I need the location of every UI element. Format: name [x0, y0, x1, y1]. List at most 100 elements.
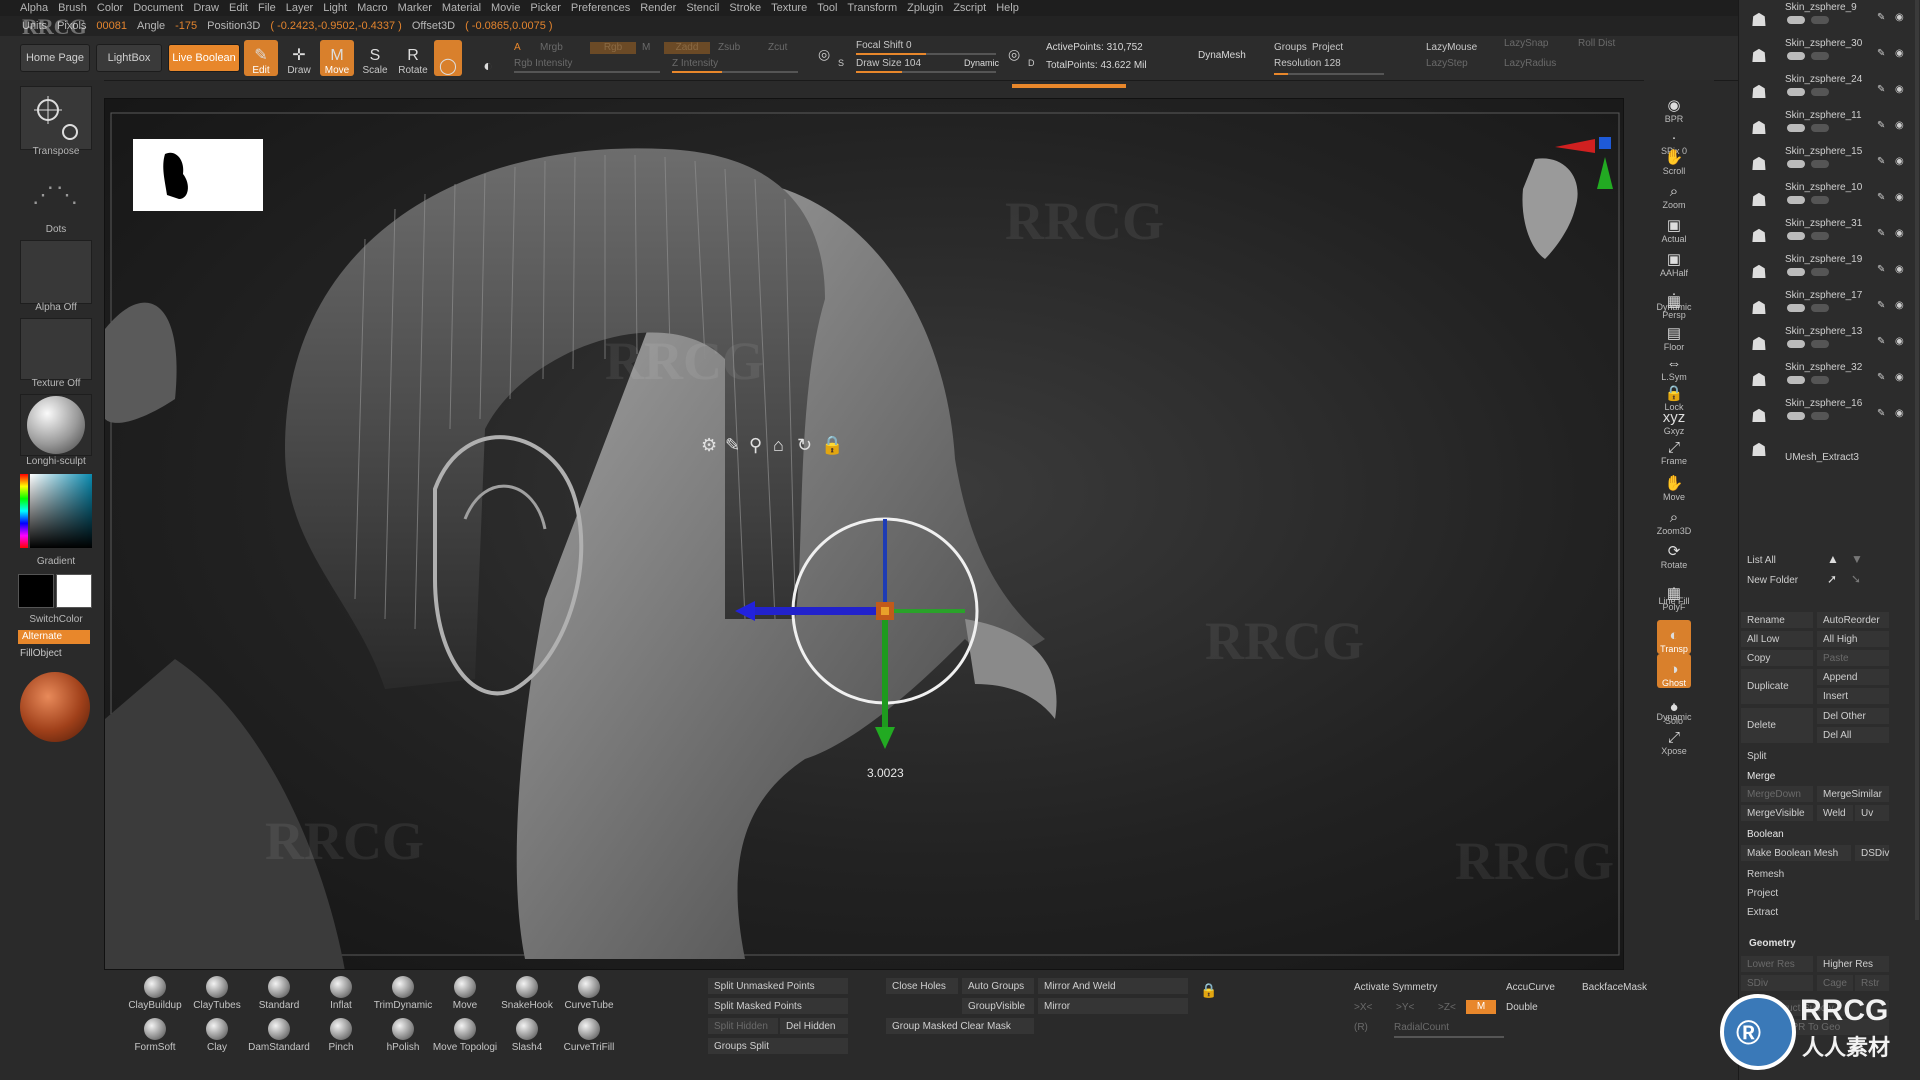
- subtool-item[interactable]: ☗ Skin_zsphere_31 ✎ ◉: [1741, 218, 1917, 254]
- dynamesh-button[interactable]: DynaMesh: [1198, 50, 1246, 61]
- eye-icon[interactable]: ◉: [1895, 336, 1904, 347]
- geometry-header[interactable]: Geometry: [1749, 938, 1796, 949]
- brush-clay[interactable]: Clay: [182, 1018, 252, 1058]
- brush-icon[interactable]: ✎: [1877, 192, 1885, 203]
- m-symmetry-button[interactable]: M: [1466, 1000, 1496, 1014]
- eye-icon[interactable]: ◉: [1895, 48, 1904, 59]
- subtool-poly-toggle[interactable]: [1811, 160, 1829, 168]
- lazyradius-slider[interactable]: LazyRadius: [1504, 58, 1556, 69]
- right-shelf-solo-button[interactable]: ● Solo: [1657, 692, 1691, 727]
- close-holes-button[interactable]: Close Holes: [886, 978, 958, 994]
- right-shelf-gxyz-button[interactable]: xyz Gxyz: [1657, 402, 1691, 437]
- subtool-item[interactable]: ☗ Skin_zsphere_10 ✎ ◉: [1741, 182, 1917, 218]
- sculpt-view[interactable]: ⚙ ✎ ⚲ ⌂ ↻ 🔒 3.0023 RRCG RRCG RRCG RRCG R…: [105, 99, 1624, 970]
- menu-movie[interactable]: Movie: [491, 2, 530, 14]
- right-shelf-floor-button[interactable]: ▤ Floor: [1657, 318, 1691, 353]
- zadd-button[interactable]: Zadd: [664, 42, 710, 54]
- material-toggle-button[interactable]: ◐: [474, 40, 502, 76]
- brush-claybuildup[interactable]: ClayBuildup: [120, 976, 190, 1016]
- list-all-button[interactable]: List All: [1741, 552, 1811, 568]
- brush-icon[interactable]: ✎: [1877, 408, 1885, 419]
- brush-icon[interactable]: ✎: [1877, 12, 1885, 23]
- right-shelf-persp-button[interactable]: ▦ Persp: [1657, 286, 1691, 321]
- subtool-visibility-toggle[interactable]: [1787, 376, 1805, 384]
- rgb-button[interactable]: Rgb: [590, 42, 636, 54]
- backfacemask-button[interactable]: BackfaceMask: [1582, 982, 1647, 993]
- subtool-poly-toggle[interactable]: [1811, 232, 1829, 240]
- brush-icon[interactable]: ✎: [1877, 372, 1885, 383]
- orientation-head-icon[interactable]: [1522, 158, 1578, 259]
- brush-icon[interactable]: ✎: [1877, 336, 1885, 347]
- brush-damstandard[interactable]: DamStandard: [244, 1018, 314, 1058]
- subtool-item[interactable]: ☗ Skin_zsphere_19 ✎ ◉: [1741, 254, 1917, 290]
- secondary-color-swatch[interactable]: [18, 574, 54, 608]
- menu-zplugin[interactable]: Zplugin: [907, 2, 953, 14]
- navigation-thumbnail[interactable]: [133, 139, 263, 211]
- subtool-item[interactable]: ☗ Skin_zsphere_9 ✎ ◉: [1741, 2, 1917, 38]
- copy-button[interactable]: Copy: [1741, 650, 1813, 666]
- mirror-button[interactable]: Mirror: [1038, 998, 1188, 1014]
- arrow-down-right-icon[interactable]: ➘: [1851, 572, 1861, 586]
- del-all-button[interactable]: Del All: [1817, 727, 1889, 743]
- make-boolean-mesh-button[interactable]: Make Boolean Mesh: [1741, 845, 1851, 861]
- insert-button[interactable]: Insert: [1817, 688, 1889, 704]
- subtool-extract[interactable]: ☗ UMesh_Extract3: [1741, 432, 1917, 468]
- right-shelf-scroll-button[interactable]: ✋ Scroll: [1657, 142, 1691, 177]
- transpose-button[interactable]: [20, 86, 92, 150]
- menu-file[interactable]: File: [258, 2, 286, 14]
- weld-button[interactable]: Weld: [1817, 805, 1853, 821]
- eye-icon[interactable]: ◉: [1895, 156, 1904, 167]
- right-shelf-transp-button[interactable]: ◐ Transp: [1657, 620, 1691, 654]
- canvas-viewport[interactable]: ⚙ ✎ ⚲ ⌂ ↻ 🔒 3.0023 RRCG RRCG RRCG RRCG R…: [104, 98, 1624, 970]
- subtool-visibility-toggle[interactable]: [1787, 304, 1805, 312]
- z-intensity-slider[interactable]: Z Intensity: [672, 58, 798, 73]
- arrow-down-icon[interactable]: ▼: [1851, 552, 1863, 566]
- z-symmetry-button[interactable]: >Z<: [1438, 1002, 1456, 1013]
- fillobject-button[interactable]: FillObject: [20, 648, 62, 659]
- right-shelf-rotate-button[interactable]: ⟳ Rotate: [1657, 536, 1691, 571]
- mergesimilar-button[interactable]: MergeSimilar: [1817, 786, 1889, 802]
- subtool-poly-toggle[interactable]: [1811, 52, 1829, 60]
- auto-groups-button[interactable]: Auto Groups: [962, 978, 1034, 994]
- scale-button[interactable]: S Scale: [358, 40, 392, 76]
- menu-layer[interactable]: Layer: [286, 2, 324, 14]
- brush-icon[interactable]: ✎: [1877, 84, 1885, 95]
- duplicate-button[interactable]: Duplicate: [1741, 669, 1813, 704]
- x-symmetry-button[interactable]: >X<: [1354, 1002, 1372, 1013]
- all-low-button[interactable]: All Low: [1741, 631, 1813, 647]
- focal-shift-slider[interactable]: Focal Shift 0: [856, 40, 996, 55]
- split-unmasked-points-button[interactable]: Split Unmasked Points: [708, 978, 848, 994]
- delete-button[interactable]: Delete: [1741, 708, 1813, 743]
- menu-tool[interactable]: Tool: [817, 2, 847, 14]
- subtool-poly-toggle[interactable]: [1811, 412, 1829, 420]
- menu-material[interactable]: Material: [442, 2, 491, 14]
- alternate-button[interactable]: Alternate: [18, 630, 90, 644]
- right-shelf-bpr-button[interactable]: ◉ BPR: [1657, 90, 1691, 125]
- lazysnap-slider[interactable]: LazySnap: [1504, 38, 1548, 49]
- activate-symmetry-button[interactable]: Activate Symmetry: [1354, 982, 1437, 993]
- subtool-poly-toggle[interactable]: [1811, 16, 1829, 24]
- subtool-poly-toggle[interactable]: [1811, 88, 1829, 96]
- menu-alpha[interactable]: Alpha: [20, 2, 58, 14]
- brush-move-topologi[interactable]: Move Topologi: [430, 1018, 500, 1058]
- double-button[interactable]: Double: [1506, 1002, 1538, 1013]
- subtool-item[interactable]: ☗ Skin_zsphere_32 ✎ ◉: [1741, 362, 1917, 398]
- material-button[interactable]: [20, 394, 92, 456]
- brush-curvetrifill[interactable]: CurveTriFill: [554, 1018, 624, 1058]
- brush-icon[interactable]: ✎: [1877, 120, 1885, 131]
- subtool-poly-toggle[interactable]: [1811, 268, 1829, 276]
- merge-section[interactable]: Merge: [1741, 768, 1889, 784]
- menu-edit[interactable]: Edit: [229, 2, 258, 14]
- remesh-section[interactable]: Remesh: [1741, 866, 1889, 882]
- paste-button[interactable]: Paste: [1817, 650, 1889, 666]
- menu-stencil[interactable]: Stencil: [686, 2, 729, 14]
- mergevisible-button[interactable]: MergeVisible: [1741, 805, 1813, 821]
- eye-icon[interactable]: ◉: [1895, 264, 1904, 275]
- del-other-button[interactable]: Del Other: [1817, 708, 1889, 724]
- menu-marker[interactable]: Marker: [398, 2, 442, 14]
- right-shelf-zoom3d-button[interactable]: ⌕ Zoom3D: [1657, 502, 1692, 537]
- split-section[interactable]: Split: [1741, 748, 1889, 764]
- higher-res-button[interactable]: Higher Res: [1817, 956, 1889, 972]
- lower-res-button[interactable]: Lower Res: [1741, 956, 1813, 972]
- boolean-section[interactable]: Boolean: [1741, 826, 1889, 842]
